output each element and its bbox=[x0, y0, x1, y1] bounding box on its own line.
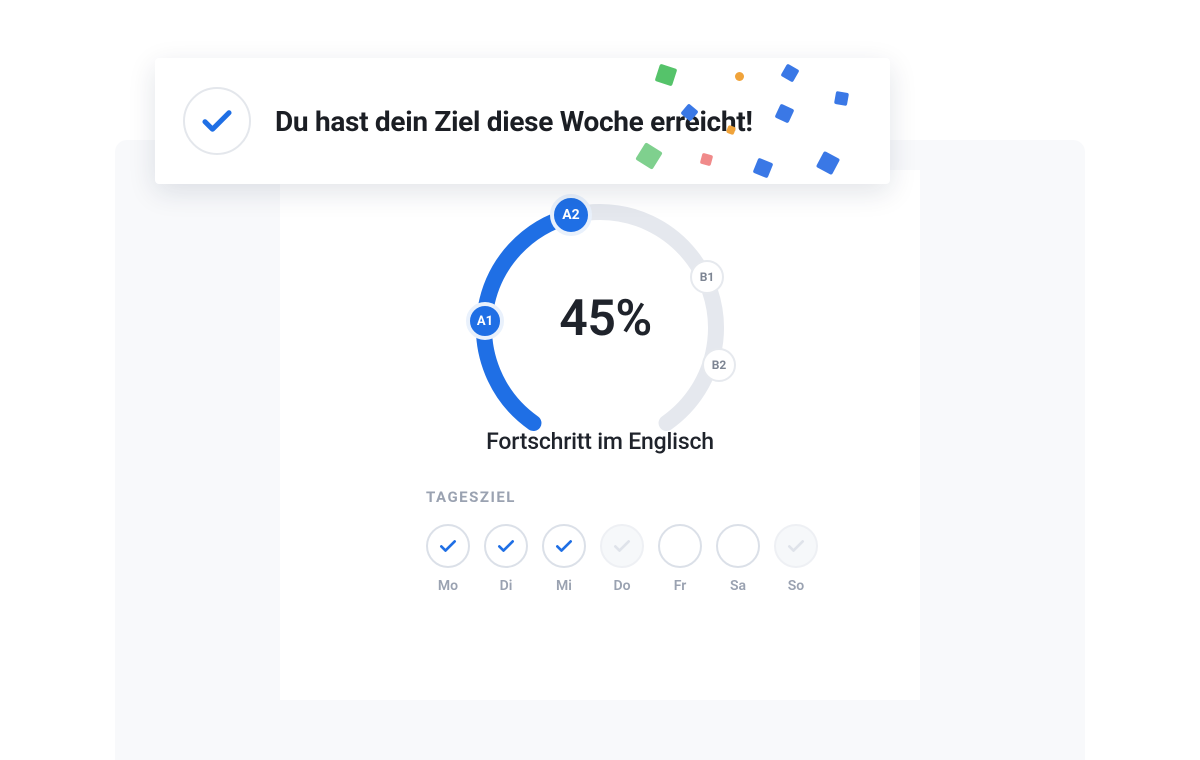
confetti-icon bbox=[780, 63, 799, 82]
confetti-icon bbox=[816, 151, 840, 175]
day-item[interactable]: So bbox=[774, 524, 818, 594]
confetti-icon bbox=[834, 91, 849, 106]
level-badge-label: A2 bbox=[562, 207, 579, 223]
daily-goal-label: TAGESZIEL bbox=[426, 488, 846, 506]
check-icon bbox=[554, 536, 574, 556]
day-label: Mo bbox=[438, 578, 458, 594]
level-badge-label: A1 bbox=[477, 314, 493, 329]
day-circle bbox=[600, 524, 644, 568]
progress-percent: 45% bbox=[559, 290, 652, 348]
goal-reached-toast: Du hast dein Ziel diese Woche erreicht! bbox=[155, 58, 890, 184]
day-label: So bbox=[788, 578, 804, 594]
day-circle bbox=[484, 524, 528, 568]
day-item[interactable]: Mo bbox=[426, 524, 470, 594]
day-item[interactable]: Do bbox=[600, 524, 644, 594]
day-label: Fr bbox=[674, 578, 687, 594]
day-item[interactable]: Fr bbox=[658, 524, 702, 594]
progress-subtitle: Fortschritt im Englisch bbox=[280, 428, 920, 455]
check-icon bbox=[438, 536, 458, 556]
day-item[interactable]: Mi bbox=[542, 524, 586, 594]
progress-arc: A1 A2 B1 B2 45% bbox=[440, 178, 760, 438]
day-circle bbox=[774, 524, 818, 568]
daily-goal-section: TAGESZIEL Mo Di Mi Do Fr Sa So bbox=[426, 488, 846, 594]
daily-goal-days: Mo Di Mi Do Fr Sa So bbox=[426, 524, 846, 594]
level-badge-b2: B2 bbox=[702, 348, 736, 382]
confetti-icon bbox=[735, 72, 744, 81]
day-label: Sa bbox=[730, 578, 746, 594]
day-circle bbox=[426, 524, 470, 568]
confetti-icon bbox=[775, 104, 795, 124]
check-icon bbox=[612, 536, 632, 556]
day-label: Do bbox=[613, 578, 630, 594]
day-label: Di bbox=[500, 578, 513, 594]
level-badge-a1: A1 bbox=[466, 302, 504, 340]
day-circle bbox=[716, 524, 760, 568]
progress-card: A1 A2 B1 B2 45% Fortschritt im Englisch … bbox=[280, 170, 920, 700]
day-circle bbox=[658, 524, 702, 568]
confetti-icon bbox=[635, 142, 663, 170]
level-badge-a2: A2 bbox=[550, 194, 592, 236]
level-badge-b1: B1 bbox=[690, 260, 724, 294]
day-item[interactable]: Di bbox=[484, 524, 528, 594]
day-label: Mi bbox=[556, 578, 572, 594]
check-icon bbox=[183, 87, 251, 155]
toast-message: Du hast dein Ziel diese Woche erreicht! bbox=[275, 104, 753, 139]
level-badge-label: B2 bbox=[712, 358, 727, 372]
confetti-icon bbox=[700, 153, 713, 166]
level-badge-label: B1 bbox=[700, 270, 715, 284]
check-icon bbox=[496, 536, 516, 556]
confetti-icon bbox=[753, 158, 774, 179]
day-item[interactable]: Sa bbox=[716, 524, 760, 594]
day-circle bbox=[542, 524, 586, 568]
confetti-icon bbox=[655, 64, 678, 87]
check-icon bbox=[786, 536, 806, 556]
